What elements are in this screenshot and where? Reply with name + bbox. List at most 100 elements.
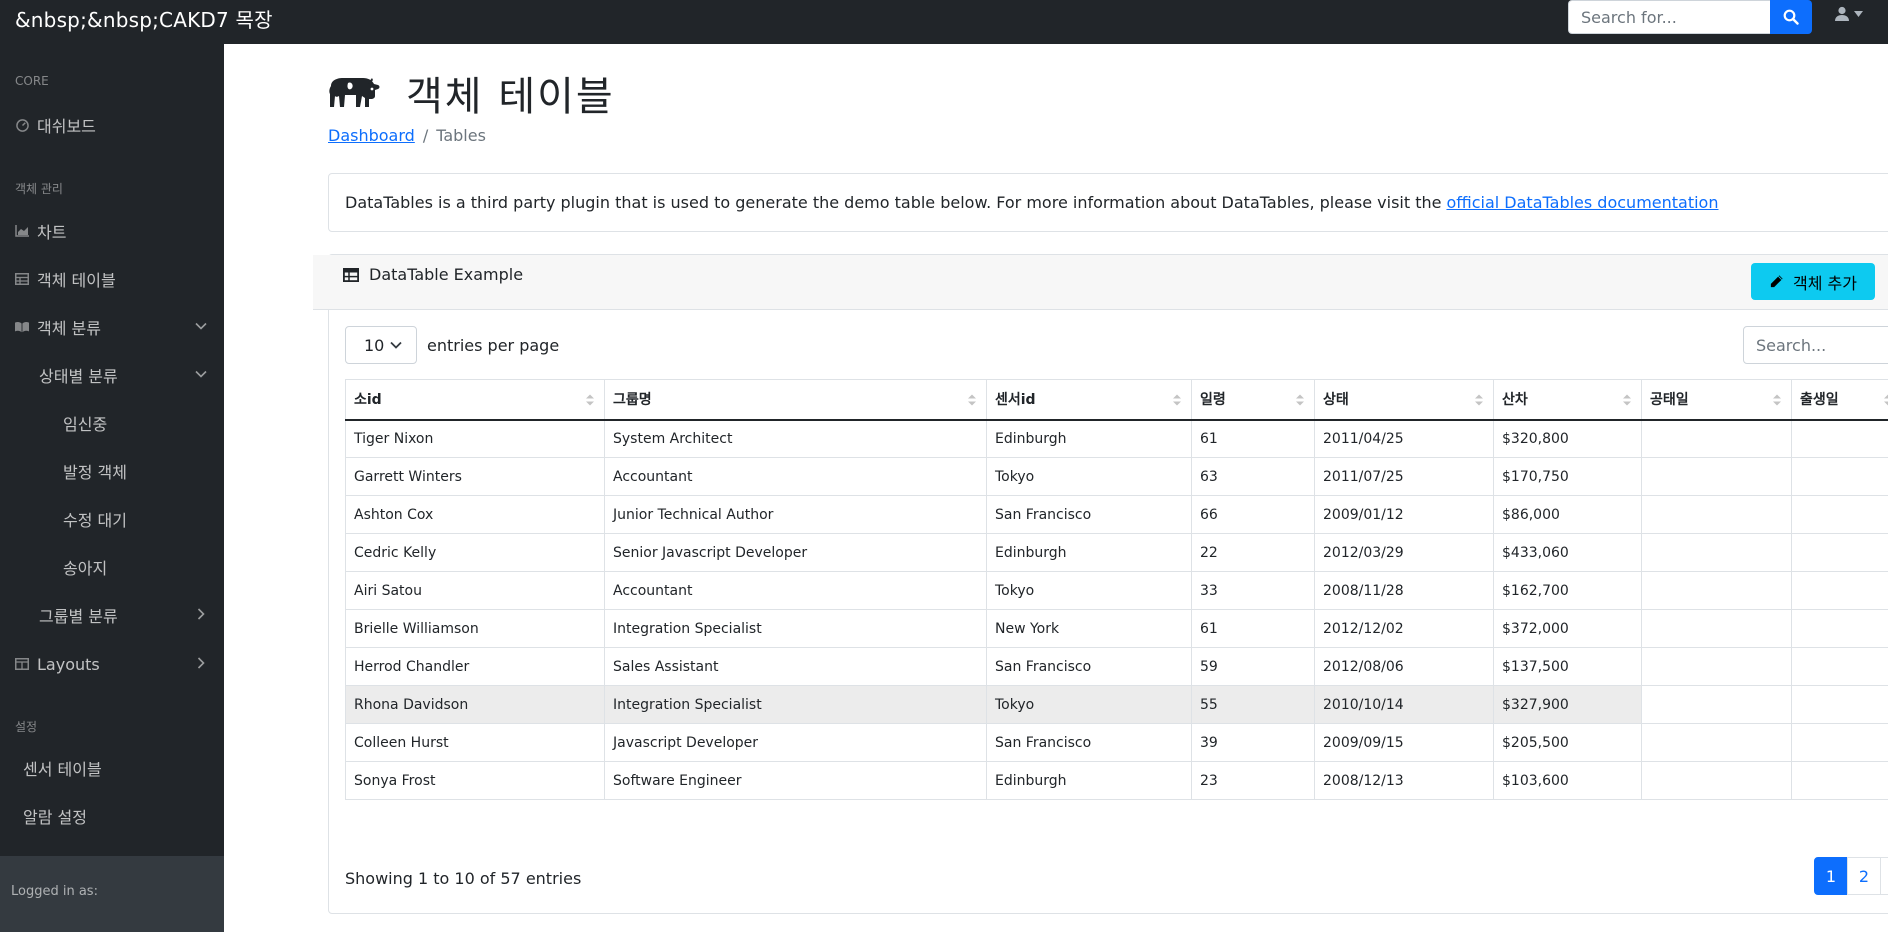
sidebar-item-label: 센서 테이블	[23, 756, 102, 780]
table-cell: $372,000	[1494, 610, 1642, 648]
sort-icon	[968, 393, 976, 407]
table-cell: Accountant	[605, 458, 987, 496]
column-header[interactable]: 산차	[1494, 380, 1642, 420]
datatables-docs-link[interactable]: official DataTables documentation	[1446, 193, 1718, 212]
table-header-row: 소id 그룹명 센서id 일령 상태산차 공태일 출생일	[346, 380, 1888, 420]
table-cell: System Architect	[605, 420, 987, 458]
area-chart-icon	[15, 224, 29, 238]
column-header[interactable]: 센서id	[987, 380, 1192, 420]
sidebar-subitem-estrus[interactable]: 발정 객체	[0, 453, 224, 489]
sidebar-item-group-class[interactable]: 그룹별 분류	[0, 597, 224, 633]
column-header-label: 공태일	[1650, 392, 1689, 408]
table-cell: Tokyo	[987, 686, 1192, 724]
sidebar-subitem-pregnant[interactable]: 임신중	[0, 405, 224, 441]
top-navbar: &nbsp;&nbsp;CAKD7 목장	[0, 0, 1888, 44]
table-cell: 2011/04/25	[1315, 420, 1494, 458]
column-header-label: 그룹명	[613, 392, 652, 408]
sidebar-item-sensor-table[interactable]: 센서 테이블	[0, 750, 224, 786]
table-cell: 2011/07/25	[1315, 458, 1494, 496]
table-cell: Junior Technical Author	[605, 496, 987, 534]
sidebar-item-label: 그룹별 분류	[39, 603, 118, 627]
sort-icon	[1623, 393, 1631, 407]
column-header[interactable]: 공태일	[1642, 380, 1792, 420]
table-info: Showing 1 to 10 of 57 entries	[345, 869, 581, 888]
table-row[interactable]: Colleen HurstJavascript DeveloperSan Fra…	[346, 724, 1888, 762]
user-menu-toggle[interactable]	[1834, 6, 1863, 22]
column-header[interactable]: 일령	[1192, 380, 1315, 420]
table-search-input[interactable]	[1743, 326, 1888, 364]
page-button[interactable]: 1	[1814, 857, 1848, 895]
column-header-label: 출생일	[1800, 392, 1839, 408]
sidebar-item-dashboard[interactable]: 대쉬보드	[0, 107, 224, 143]
add-object-button[interactable]: 객체 추가	[1751, 263, 1875, 300]
sidebar-item-label: 송아지	[63, 555, 107, 579]
sidebar-subitem-calf[interactable]: 송아지	[0, 549, 224, 585]
table-cell	[1642, 610, 1792, 648]
table-row[interactable]: Ashton CoxJunior Technical AuthorSan Fra…	[346, 496, 1888, 534]
table-row[interactable]: Sonya FrostSoftware EngineerEdinburgh232…	[346, 762, 1888, 800]
sidebar-item-status-class[interactable]: 상태별 분류	[0, 357, 224, 393]
sidebar-item-alarm-settings[interactable]: 알람 설정	[0, 798, 224, 834]
column-header-label: 일령	[1200, 392, 1226, 408]
page-button[interactable]: 2	[1847, 857, 1881, 895]
table-row[interactable]: Rhona DavidsonIntegration SpecialistToky…	[346, 686, 1888, 724]
page-button[interactable]: 3	[1880, 857, 1888, 895]
page-header: 객체 테이블	[328, 66, 615, 120]
table-cell: 2009/09/15	[1315, 724, 1494, 762]
table-row[interactable]: Cedric KellySenior Javascript DeveloperE…	[346, 534, 1888, 572]
table-cell: 61	[1192, 610, 1315, 648]
brand-title[interactable]: &nbsp;&nbsp;CAKD7 목장	[15, 4, 273, 33]
table-row[interactable]: Herrod ChandlerSales AssistantSan Franci…	[346, 648, 1888, 686]
table-cell: 2008/12/13	[1315, 762, 1494, 800]
table-cell: 66	[1192, 496, 1315, 534]
table-cell: San Francisco	[987, 496, 1192, 534]
sidebar-item-object-table[interactable]: 객체 테이블	[0, 261, 224, 297]
breadcrumb-current: Tables	[436, 126, 486, 145]
table-cell: Accountant	[605, 572, 987, 610]
column-header-label: 소id	[354, 392, 382, 408]
sidebar-heading-core: CORE	[15, 74, 49, 88]
table-cell: Tokyo	[987, 572, 1192, 610]
sidebar-item-layouts[interactable]: Layouts	[0, 646, 224, 682]
sidebar-subitem-awaiting-insemination[interactable]: 수정 대기	[0, 501, 224, 537]
table-row[interactable]: Garrett WintersAccountantTokyo632011/07/…	[346, 458, 1888, 496]
table-cell: $162,700	[1494, 572, 1642, 610]
sidebar-item-chart[interactable]: 차트	[0, 213, 224, 249]
sidebar-item-label: 객체 테이블	[37, 267, 116, 291]
datatable-card: DataTable Example 객체 추가 10 entries per p…	[328, 254, 1888, 914]
column-header[interactable]: 상태	[1315, 380, 1494, 420]
sidebar-item-label: 알람 설정	[23, 804, 87, 828]
sort-icon	[1173, 393, 1181, 407]
table-cell: Brielle Williamson	[346, 610, 605, 648]
table-cell	[1792, 724, 1888, 762]
table-cell: Sonya Frost	[346, 762, 605, 800]
sidebar-item-label: Layouts	[37, 655, 100, 674]
table-cell: Garrett Winters	[346, 458, 605, 496]
column-header[interactable]: 소id	[346, 380, 605, 420]
sidebar-item-object-class[interactable]: 객체 분류	[0, 309, 224, 345]
table-row[interactable]: Brielle WilliamsonIntegration Specialist…	[346, 610, 1888, 648]
table-cell: 23	[1192, 762, 1315, 800]
entries-select[interactable]: 10	[345, 326, 417, 364]
logged-in-label: Logged in as:	[11, 884, 98, 899]
sidebar-footer: Logged in as:	[0, 856, 224, 932]
table-cell	[1642, 686, 1792, 724]
table-cell	[1792, 496, 1888, 534]
table-cell: 63	[1192, 458, 1315, 496]
table-icon	[343, 268, 359, 282]
table-cell: New York	[987, 610, 1192, 648]
search-button[interactable]	[1770, 0, 1812, 34]
table-cell: Integration Specialist	[605, 686, 987, 724]
search-input[interactable]	[1568, 0, 1770, 34]
table-row[interactable]: Airi SatouAccountantTokyo332008/11/28$16…	[346, 572, 1888, 610]
column-header[interactable]: 출생일	[1792, 380, 1888, 420]
table-cell: $137,500	[1494, 648, 1642, 686]
table-cell	[1642, 648, 1792, 686]
breadcrumb-dashboard-link[interactable]: Dashboard	[328, 126, 415, 145]
table-cell: $327,900	[1494, 686, 1642, 724]
column-header[interactable]: 그룹명	[605, 380, 987, 420]
sort-icon	[1884, 393, 1888, 407]
table-row[interactable]: Tiger NixonSystem ArchitectEdinburgh6120…	[346, 420, 1888, 458]
table-cell: Tiger Nixon	[346, 420, 605, 458]
columns-icon	[15, 657, 29, 671]
